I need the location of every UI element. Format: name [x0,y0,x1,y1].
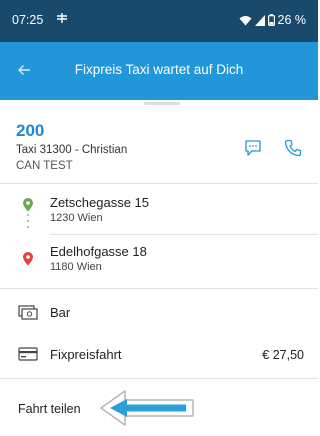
route-connector [27,214,29,234]
status-time: 07:25 [12,13,44,27]
status-indicators: 26 % [239,13,307,27]
battery-level: 26 % [277,13,307,27]
share-ride-button[interactable]: Fahrt teilen [18,402,81,416]
pickup-street: Zetschegasse 15 [50,195,150,210]
route-divider [50,234,318,235]
annotation-arrow-icon [100,390,194,426]
section-divider [0,378,318,379]
pickup-pin-icon [23,198,33,212]
app-bar: Fixpreis Taxi wartet auf Dich [0,42,318,100]
section-divider [0,288,318,289]
destination-location[interactable]: Edelhofgasse 18 1180 Wien [0,240,318,276]
destination-city: 1180 Wien [50,261,102,273]
cash-icon [18,305,38,320]
status-bar: 07:25 26 % [0,0,318,42]
driver-company: CAN TEST [16,160,73,172]
phone-icon [284,139,302,157]
driver-number: 200 [16,121,45,140]
payment-method-row[interactable]: Bar [0,296,318,328]
media-notification-icon [56,12,68,27]
fare-price: € 27,50 [262,348,304,362]
destination-pin-icon [23,252,33,266]
chat-button[interactable] [243,138,263,158]
driver-card: 200 Taxi 31300 - Christian CAN TEST [0,112,318,184]
fare-row[interactable]: Fixpreisfahrt € 27,50 [0,338,318,370]
payment-method-label: Bar [50,305,71,320]
destination-street: Edelhofgasse 18 [50,244,147,259]
message-icon [245,140,261,156]
fare-label: Fixpreisfahrt [50,347,122,362]
page-title: Fixpreis Taxi wartet auf Dich [74,62,244,77]
signal-icon [254,14,265,26]
credit-card-icon [18,347,38,361]
pickup-location[interactable]: Zetschegasse 15 1230 Wien [0,190,318,226]
wifi-icon [239,15,251,25]
call-button[interactable] [283,138,303,158]
pickup-city: 1230 Wien [50,212,103,224]
sheet-drag-handle[interactable] [144,102,180,105]
driver-name: Taxi 31300 - Christian [16,144,128,156]
battery-icon [267,14,275,26]
